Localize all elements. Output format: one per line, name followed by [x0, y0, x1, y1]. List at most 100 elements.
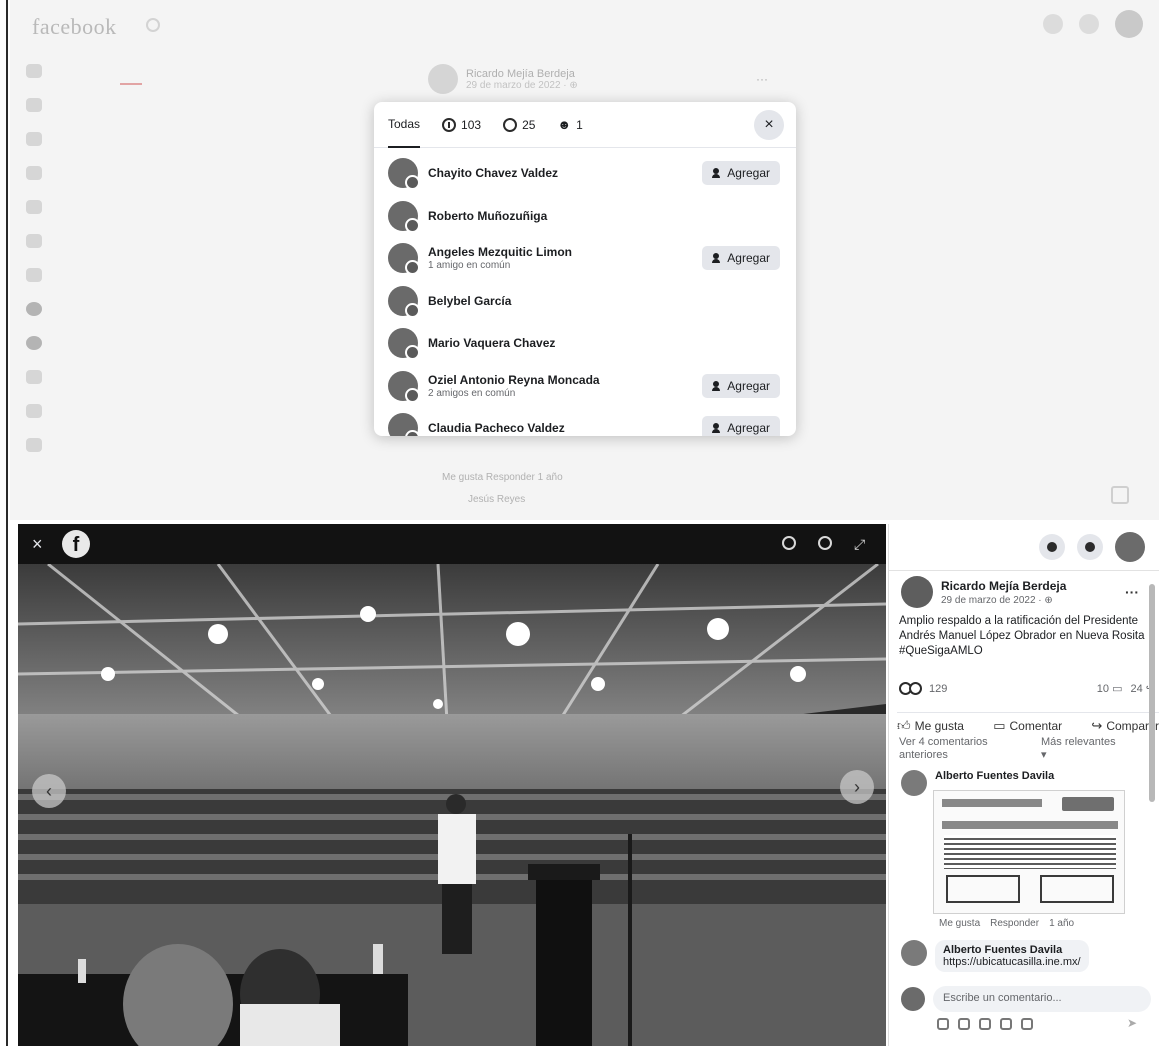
post-author[interactable]: Ricardo Mejía Berdeja	[941, 579, 1066, 593]
reactions-summary[interactable]: 129	[899, 682, 947, 695]
like-button[interactable]: 👍︎ Me gusta	[897, 718, 964, 734]
edit-icon[interactable]	[1111, 486, 1129, 504]
camera-icon[interactable]	[979, 1018, 991, 1030]
list-item: Roberto Muñozuñiga	[388, 195, 782, 238]
comment-input[interactable]: Escribe un comentario...	[933, 986, 1151, 1012]
commenter-avatar[interactable]	[901, 940, 927, 966]
add-friend-button[interactable]: Agregar	[702, 246, 780, 271]
sort-comments-dropdown[interactable]: Más relevantes ▾	[1041, 736, 1121, 762]
comment-like-link[interactable]: Me gusta	[939, 918, 980, 929]
view-previous-comments[interactable]: Ver 4 comentarios anteriores	[899, 736, 1009, 762]
comment-author[interactable]: Alberto Fuentes Davila	[943, 944, 1081, 956]
next-photo-button[interactable]: ›	[840, 770, 874, 804]
comment-count-link[interactable]: 10 ▭	[1097, 682, 1123, 695]
image-text-lines	[944, 835, 1116, 869]
comment-time[interactable]: 1 año	[1049, 918, 1074, 929]
more-options-icon[interactable]: ···	[756, 72, 768, 86]
home-icon[interactable]	[26, 64, 42, 78]
tab-care[interactable]: ☻ 1	[557, 102, 582, 148]
comment-icon: ▭	[1112, 683, 1123, 695]
add-friend-button[interactable]: Agregar	[702, 161, 780, 186]
person-name[interactable]: Claudia Pacheco Valdez	[428, 421, 565, 435]
person-name[interactable]: Belybel García	[428, 294, 511, 308]
notifications-icon[interactable]	[1079, 14, 1099, 34]
avatar[interactable]	[388, 243, 420, 276]
groups-icon[interactable]	[26, 166, 42, 180]
avatar[interactable]	[388, 158, 420, 191]
add-friend-button[interactable]: Agregar	[702, 416, 780, 436]
background-post-author: Ricardo Mejía Berdeja	[466, 67, 575, 80]
comment-label: Comentar	[1009, 719, 1063, 733]
person-info: Roberto Muñozuñiga	[428, 209, 547, 223]
saved-icon[interactable]	[26, 268, 42, 282]
friends-icon[interactable]	[26, 132, 42, 146]
messenger-icon[interactable]	[1039, 534, 1065, 560]
person-name[interactable]: Oziel Antonio Reyna Moncada	[428, 373, 600, 387]
facebook-logo[interactable]: facebook	[32, 14, 117, 40]
emoji-icon[interactable]	[958, 1018, 970, 1030]
sticker-icon[interactable]	[1021, 1018, 1033, 1030]
person-info: Angeles Mezquitic Limon 1 amigo en común	[428, 245, 572, 271]
divider	[889, 570, 1159, 571]
comment: Alberto Fuentes Davila https://ubicatuca…	[901, 940, 1089, 972]
events-icon[interactable]	[26, 336, 42, 350]
close-button[interactable]: ×	[754, 110, 784, 140]
messenger-icon[interactable]	[1043, 14, 1063, 34]
person-name[interactable]: Mario Vaquera Chavez	[428, 336, 555, 350]
person-info: Chayito Chavez Valdez	[428, 166, 558, 180]
previous-photo-button[interactable]: ‹	[32, 774, 66, 808]
add-friend-label: Agregar	[727, 421, 770, 436]
avatar[interactable]	[388, 285, 420, 318]
tab-count: 25	[522, 117, 536, 132]
avatar[interactable]	[388, 413, 420, 436]
scrollbar[interactable]	[1149, 584, 1155, 802]
ine-logo	[1062, 797, 1114, 811]
comment-reply-link[interactable]: Responder	[990, 918, 1039, 929]
love-icon	[503, 117, 518, 132]
add-friend-icon	[712, 168, 722, 179]
person-name[interactable]: Chayito Chavez Valdez	[428, 166, 558, 180]
fullscreen-icon[interactable]: ⤢	[854, 536, 865, 553]
tab-love[interactable]: 25	[503, 102, 535, 148]
ballot-option-box	[946, 875, 1020, 903]
person-name[interactable]: Roberto Muñozuñiga	[428, 209, 547, 223]
settings-icon[interactable]	[26, 438, 42, 452]
gaming-icon[interactable]	[26, 370, 42, 384]
facebook-logo-icon[interactable]: f	[62, 530, 90, 558]
tab-all[interactable]: Todas	[388, 102, 421, 148]
avatar-sticker-icon[interactable]	[937, 1018, 949, 1030]
person-name[interactable]: Angeles Mezquitic Limon	[428, 245, 572, 259]
search-icon[interactable]	[146, 18, 160, 32]
comment-bubble: Alberto Fuentes Davila https://ubicatuca…	[935, 940, 1089, 972]
more-options-button[interactable]: ···	[1125, 584, 1139, 600]
zoom-in-icon[interactable]	[782, 536, 796, 550]
engagement-counts: 10 ▭ 24 ↪	[1097, 682, 1155, 695]
watch-icon[interactable]	[26, 234, 42, 248]
avatar[interactable]	[388, 370, 420, 403]
pages-icon[interactable]	[26, 302, 42, 316]
comment-button[interactable]: ▭ Comentar	[993, 718, 1062, 734]
memories-icon[interactable]	[26, 404, 42, 418]
account-avatar[interactable]	[1115, 10, 1143, 38]
post-date[interactable]: 29 de marzo de 2022 · ⊕	[941, 595, 1066, 606]
avatar[interactable]	[388, 200, 420, 233]
tab-like[interactable]: 103	[442, 102, 481, 148]
comment-icon: ▭	[993, 718, 1006, 733]
account-avatar[interactable]	[1115, 532, 1145, 562]
notifications-icon[interactable]	[1077, 534, 1103, 560]
profile-icon[interactable]	[26, 98, 42, 112]
person-info: Claudia Pacheco Valdez	[428, 421, 565, 435]
comment-link[interactable]: https://ubicatucasilla.ine.mx/	[943, 956, 1081, 968]
comment-attachment-image[interactable]	[933, 790, 1125, 914]
send-icon[interactable]: ➤	[1127, 1016, 1137, 1030]
left-sidebar-icons	[26, 64, 42, 452]
commenter-avatar[interactable]	[901, 770, 927, 796]
gif-icon[interactable]	[1000, 1018, 1012, 1030]
marketplace-icon[interactable]	[26, 200, 42, 214]
author-avatar[interactable]	[901, 576, 933, 608]
close-viewer-button[interactable]: ×	[32, 534, 43, 555]
add-friend-button[interactable]: Agregar	[702, 373, 780, 398]
current-user-avatar	[901, 987, 925, 1011]
zoom-out-icon[interactable]	[818, 536, 832, 550]
avatar[interactable]	[388, 328, 420, 361]
